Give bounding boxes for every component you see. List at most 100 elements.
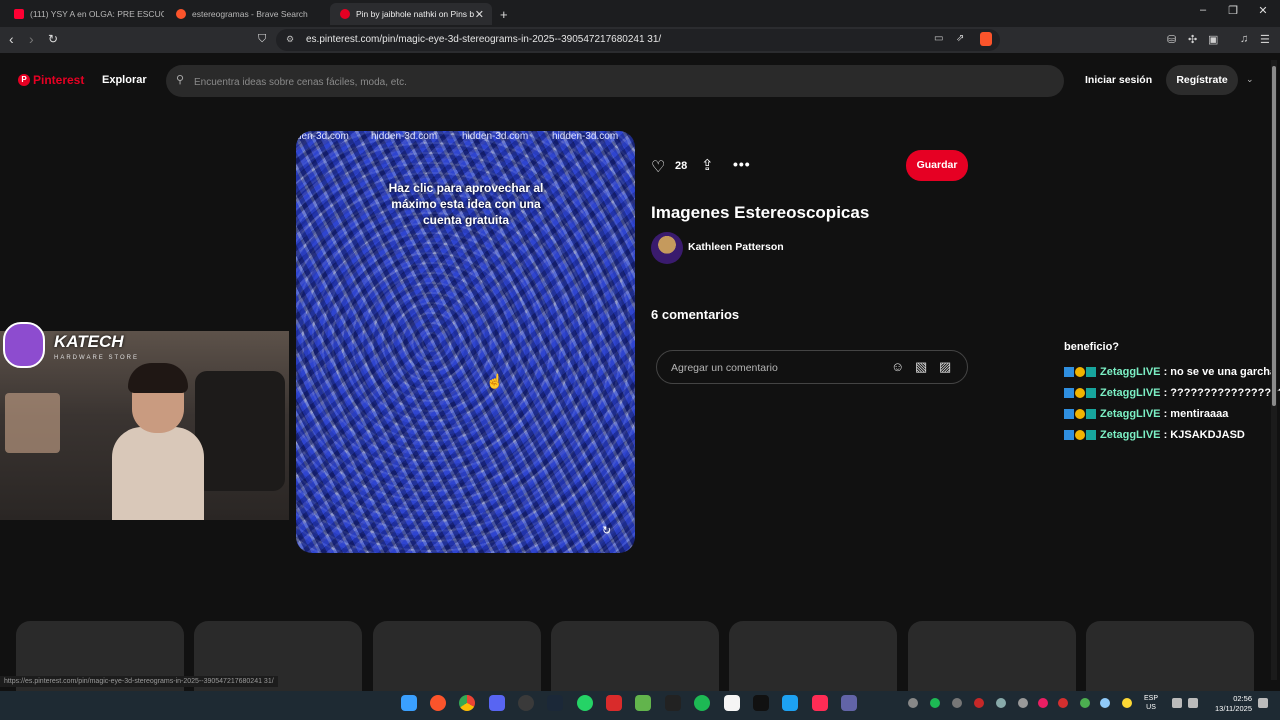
chat-user: ZetaggLIVE (1100, 365, 1161, 378)
search-input[interactable] (192, 72, 796, 92)
tab-pinterest[interactable]: Pin by jaibhole nathki on Pins by ✕ (330, 3, 492, 25)
vr-icon[interactable]: ⛁ (1167, 33, 1176, 46)
extensions-icon[interactable]: ✣ (1188, 33, 1197, 46)
keyboard-layout: US (1146, 704, 1156, 711)
system-clock[interactable]: 02:56 13/11/2025 (1206, 694, 1252, 714)
avatar[interactable] (651, 232, 683, 264)
tab-brave-search[interactable]: estereogramas - Brave Search (166, 3, 326, 25)
tray-icon[interactable] (974, 698, 984, 708)
input-language[interactable]: ESP US (1144, 694, 1158, 712)
tab-title: estereogramas - Brave Search (192, 9, 308, 19)
tray-icon[interactable] (1080, 698, 1090, 708)
minimize-icon[interactable]: – (1188, 4, 1218, 16)
app-icon[interactable] (782, 695, 798, 711)
brave-browser-icon[interactable] (430, 695, 446, 711)
wallet-icon[interactable]: ▣ (1208, 33, 1218, 46)
tray-icon[interactable] (1100, 698, 1110, 708)
sponsor-name: KATECH (54, 332, 124, 351)
tab-youtube[interactable]: (111) YSY A en OLGA: PRE ESCUCHA (4, 3, 164, 25)
minecraft-icon[interactable] (635, 695, 651, 711)
spotify-tray-icon[interactable] (930, 698, 940, 708)
image-upload-icon[interactable]: ▨ (939, 359, 951, 375)
pinterest-logo[interactable]: P Pinterest (18, 73, 84, 87)
close-window-icon[interactable]: ✕ (1248, 4, 1278, 17)
discord-icon[interactable] (489, 695, 505, 711)
chat-text: : no se ve una garcha (1163, 365, 1277, 378)
tray-icon[interactable] (1018, 698, 1028, 708)
forward-icon[interactable]: › (29, 31, 34, 47)
app-icon[interactable] (606, 695, 622, 711)
sticker-icon[interactable]: ▧ (915, 359, 927, 375)
chat-message: ZetaggLIVE : KJSAKDJASD (1064, 424, 1280, 445)
brave-shields-icon[interactable] (980, 32, 992, 46)
site-info-icon[interactable]: ⚙ (286, 34, 294, 45)
comment-input[interactable] (669, 359, 873, 377)
spotify-icon[interactable] (694, 695, 710, 711)
new-tab-button[interactable]: + (496, 3, 516, 25)
save-button[interactable]: Guardar (906, 150, 968, 181)
share-icon[interactable]: ⇪ (701, 156, 714, 174)
related-pin-card[interactable] (373, 621, 541, 691)
chat-badges (1064, 429, 1096, 440)
more-options-icon[interactable]: ••• (733, 156, 751, 172)
author-name[interactable]: Kathleen Patterson (688, 241, 784, 253)
obs-icon[interactable] (518, 695, 534, 711)
chat-user: ZetaggLIVE (1100, 407, 1161, 420)
menu-icon[interactable]: ☰ (1260, 33, 1270, 46)
address-bar[interactable]: ⚙ es.pinterest.com/pin/magic-eye-3d-ster… (276, 29, 1000, 51)
bookmark-icon[interactable]: ⛉ (258, 33, 266, 46)
cast-icon[interactable]: ▭ (934, 33, 943, 44)
media-icon[interactable]: ♫ (1240, 33, 1248, 45)
search-bar[interactable]: ⚲ (166, 65, 1064, 97)
close-tab-icon[interactable]: ✕ (475, 8, 484, 21)
steam-tray-icon[interactable] (996, 698, 1006, 708)
tray-icon[interactable] (952, 698, 962, 708)
replay-icon[interactable]: ↻ (602, 524, 611, 537)
related-pin-card[interactable] (551, 621, 719, 691)
emoji-icon[interactable]: ☺ (891, 359, 904, 374)
signup-button[interactable]: Regístrate (1166, 65, 1238, 95)
comment-box[interactable]: ☺ ▧ ▨ (656, 350, 968, 384)
steam-icon[interactable] (547, 695, 563, 711)
chat-text: : KJSAKDJASD (1163, 428, 1245, 441)
brand-name: Pinterest (33, 73, 85, 87)
notifications-icon[interactable] (1258, 698, 1268, 708)
tray-icon[interactable] (1058, 698, 1068, 708)
gaming-chair (195, 371, 285, 491)
login-button[interactable]: Iniciar sesión (1085, 74, 1152, 86)
epic-games-icon[interactable] (665, 695, 681, 711)
chevron-down-icon[interactable]: ⌄ (1246, 74, 1254, 85)
related-pin-card[interactable] (1086, 621, 1254, 691)
restore-icon[interactable]: ❐ (1218, 4, 1248, 17)
reload-icon[interactable]: ↻ (48, 32, 58, 46)
teams-icon[interactable] (841, 695, 857, 711)
url-text[interactable]: es.pinterest.com/pin/magic-eye-3d-stereo… (306, 34, 661, 45)
tab-strip: (111) YSY A en OLGA: PRE ESCUCHA estereo… (0, 0, 1280, 27)
network-icon[interactable] (1172, 698, 1182, 708)
notion-icon[interactable] (724, 695, 740, 711)
related-pin-card[interactable] (908, 621, 1076, 691)
explore-link[interactable]: Explorar (102, 74, 147, 86)
watermark: hidden-3d.com (552, 131, 619, 142)
heart-icon[interactable]: ♡ (651, 157, 665, 177)
tray-icon[interactable] (1038, 698, 1048, 708)
signup-prompt[interactable]: Haz clic para aprovechar al máximo esta … (386, 180, 546, 228)
whatsapp-icon[interactable] (577, 695, 593, 711)
chat-message-fragment: beneficio? (1064, 341, 1120, 353)
capcut-icon[interactable] (753, 695, 769, 711)
chat-user: ZetaggLIVE (1100, 386, 1161, 399)
volume-icon[interactable] (1188, 698, 1198, 708)
watermark: hidden-3d.com (371, 131, 438, 142)
microphone-icon[interactable] (1122, 698, 1132, 708)
scrollbar-thumb[interactable] (1272, 66, 1276, 406)
related-pin-card[interactable] (729, 621, 897, 691)
tray-icon[interactable] (908, 698, 918, 708)
share-page-icon[interactable]: ⇗ (956, 33, 964, 44)
tiktok-icon[interactable] (812, 695, 828, 711)
windows-start-icon[interactable] (401, 695, 417, 711)
back-icon[interactable]: ‹ (9, 31, 14, 47)
streamer (112, 363, 204, 520)
chat-message: ZetaggLIVE : mentiraaaa (1064, 403, 1280, 424)
chrome-icon[interactable] (459, 695, 475, 711)
comments-heading[interactable]: 6 comentarios (651, 307, 739, 322)
